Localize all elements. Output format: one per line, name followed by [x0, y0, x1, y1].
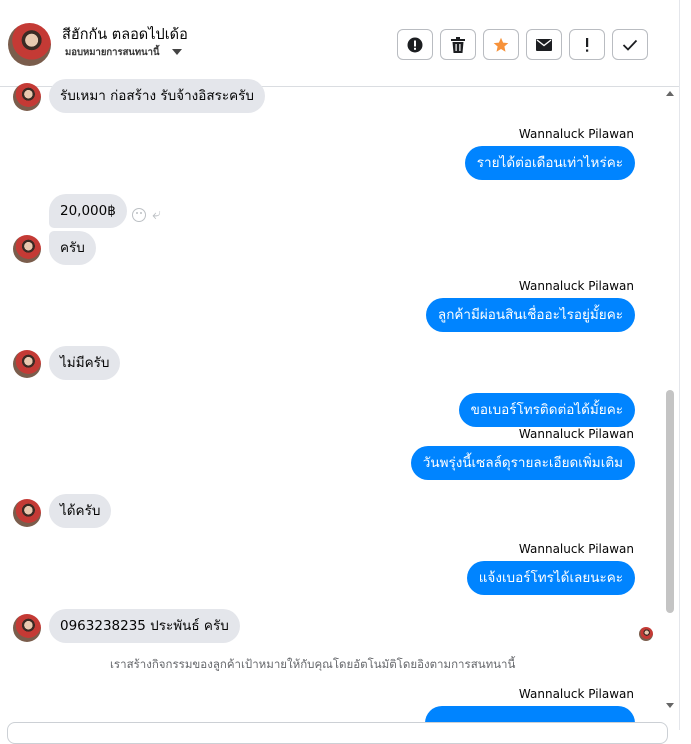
scrollbar-thumb[interactable]	[666, 390, 674, 613]
sender-name: Wannaluck Pilawan	[518, 279, 634, 293]
outgoing-message: รายได้ต่อเดือนเท่าไหร่คะ	[464, 146, 635, 180]
contact-avatar-small	[13, 235, 41, 263]
alert-circle-icon	[407, 37, 423, 52]
star-button[interactable]	[483, 29, 519, 60]
assign-conversation-label[interactable]: มอบหมายการสนทนานี้	[65, 45, 160, 60]
mark-spam-button[interactable]	[397, 29, 433, 60]
outgoing-message: ขอเบอร์โทรติดต่อได้มั้ยคะ	[458, 393, 635, 427]
message-composer[interactable]	[7, 722, 668, 744]
incoming-message: ได้ครับ	[49, 494, 112, 528]
reply-icon[interactable]: ⤶	[152, 204, 161, 224]
contact-avatar[interactable]	[8, 23, 51, 66]
incoming-message: ครับ	[49, 231, 96, 265]
mark-done-button[interactable]	[612, 29, 648, 60]
exclamation-icon	[586, 37, 589, 52]
scroll-up-icon[interactable]	[666, 91, 674, 96]
contact-avatar-small	[13, 350, 41, 378]
incoming-message: ไม่มีครับ	[49, 346, 121, 380]
outgoing-message: วันพรุ่งนี้เซลล์ดุรายละเอียดเพิ่มเติม	[410, 446, 635, 480]
react-emoji-icon[interactable]	[132, 208, 146, 222]
star-icon	[493, 37, 509, 52]
outgoing-message: ลูกค้ามีผ่อนสินเชื่ออะไรอยู่มั้ยคะ	[425, 298, 635, 332]
check-icon	[622, 39, 638, 51]
contact-name[interactable]: สีฮักกัน ตลอดไปเด้อ	[62, 23, 188, 46]
contact-avatar-small	[13, 614, 41, 642]
scroll-down-icon[interactable]	[666, 703, 674, 708]
contact-avatar-small	[13, 83, 41, 111]
system-note: เราสร้างกิจกรรมของลูกค้าเป้าหมายให้กับคุ…	[110, 657, 516, 671]
trash-icon	[451, 36, 465, 53]
sender-name: Wannaluck Pilawan	[518, 687, 634, 701]
window-edge	[679, 0, 691, 730]
incoming-message: 20,000฿	[49, 194, 127, 228]
incoming-message: 0963238235 ประพันธ์ ครับ	[49, 609, 240, 643]
mark-unread-button[interactable]	[526, 29, 562, 60]
sender-name: Wannaluck Pilawan	[518, 127, 634, 141]
sender-name: Wannaluck Pilawan	[518, 427, 634, 441]
sender-name: Wannaluck Pilawan	[518, 542, 634, 556]
delete-button[interactable]	[440, 29, 476, 60]
seen-indicator-avatar	[639, 627, 653, 641]
follow-up-button[interactable]	[569, 29, 605, 60]
incoming-message: รับเหมา ก่อสร้าง รับจ้างอิสระครับ	[49, 79, 265, 113]
contact-avatar-small	[13, 499, 41, 527]
conversation-header: สีฮักกัน ตลอดไปเด้อ มอบหมายการสนทนานี้	[0, 0, 679, 87]
outgoing-message: แจ้งเบอร์โทรได้เลยนะคะ	[466, 561, 635, 595]
chevron-down-icon[interactable]	[172, 49, 182, 55]
mail-icon	[536, 38, 552, 51]
